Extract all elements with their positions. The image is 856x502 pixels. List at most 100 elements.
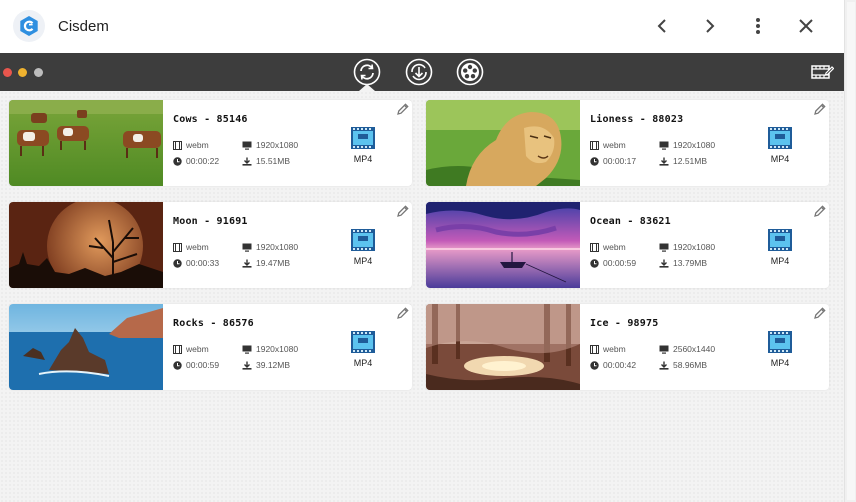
pencil-icon[interactable] bbox=[396, 102, 410, 116]
video-title: Ocean - 83621 bbox=[590, 216, 671, 227]
clock-icon bbox=[173, 360, 182, 370]
resolution-value: 2560x1440 bbox=[673, 344, 716, 354]
output-format-label[interactable]: MP4 bbox=[767, 154, 793, 164]
size-value: 12.51MB bbox=[673, 156, 708, 166]
monitor-icon bbox=[242, 243, 252, 252]
mp4-format-icon[interactable] bbox=[767, 227, 793, 253]
window-zoom-dot[interactable] bbox=[34, 68, 43, 77]
resolution-info: 1920x1080 bbox=[242, 344, 298, 354]
app-toolbar bbox=[0, 53, 844, 91]
monitor-icon bbox=[659, 243, 669, 252]
video-card[interactable]: Ice - 98975 webm 2560x1440 00:00:42 58.9… bbox=[426, 304, 829, 390]
output-format-label[interactable]: MP4 bbox=[350, 358, 376, 368]
title-bar: Cisdem bbox=[0, 0, 844, 53]
format-value: webm bbox=[186, 242, 209, 252]
video-title: Cows - 85146 bbox=[173, 114, 248, 125]
duration-info: 00:00:59 bbox=[590, 258, 636, 268]
more-vertical-icon bbox=[756, 18, 760, 34]
download-size-icon bbox=[659, 259, 669, 268]
resolution-value: 1920x1080 bbox=[673, 140, 716, 150]
menu-button[interactable] bbox=[746, 14, 770, 38]
size-value: 58.96MB bbox=[673, 360, 708, 370]
video-thumbnail[interactable] bbox=[426, 304, 580, 390]
cisdem-logo-icon bbox=[13, 10, 45, 42]
download-size-icon bbox=[242, 361, 252, 370]
forward-button[interactable] bbox=[698, 14, 722, 38]
size-value: 15.51MB bbox=[256, 156, 291, 166]
video-card[interactable]: Ocean - 83621 webm 1920x1080 00:00:59 13… bbox=[426, 202, 829, 288]
video-title: Moon - 91691 bbox=[173, 216, 248, 227]
resolution-value: 1920x1080 bbox=[256, 242, 299, 252]
resolution-info: 1920x1080 bbox=[659, 140, 715, 150]
video-list: Cows - 85146 webm 1920x1080 00:00:22 15.… bbox=[0, 91, 844, 502]
size-value: 19.47MB bbox=[256, 258, 291, 268]
size-info: 39.12MB bbox=[242, 360, 290, 370]
clock-icon bbox=[173, 258, 182, 268]
format-value: webm bbox=[186, 140, 209, 150]
convert-mode-button[interactable] bbox=[353, 58, 381, 86]
duration-value: 00:00:59 bbox=[186, 360, 220, 370]
pencil-icon[interactable] bbox=[813, 204, 827, 218]
size-info: 15.51MB bbox=[242, 156, 290, 166]
active-mode-indicator bbox=[359, 84, 375, 91]
output-format-label[interactable]: MP4 bbox=[767, 256, 793, 266]
film-icon bbox=[173, 140, 182, 150]
duration-value: 00:00:33 bbox=[186, 258, 220, 268]
resolution-info: 1920x1080 bbox=[242, 242, 298, 252]
close-button[interactable] bbox=[794, 14, 818, 38]
mp4-format-icon[interactable] bbox=[767, 125, 793, 151]
video-thumbnail[interactable] bbox=[426, 100, 580, 186]
video-card[interactable]: Moon - 91691 webm 1920x1080 00:00:33 19.… bbox=[9, 202, 412, 288]
video-card[interactable]: Lioness - 88023 webm 1920x1080 00:00:17 … bbox=[426, 100, 829, 186]
format-info: webm bbox=[590, 344, 626, 354]
mp4-format-icon[interactable] bbox=[350, 125, 376, 151]
mp4-format-icon[interactable] bbox=[767, 329, 793, 355]
film-edit-button[interactable] bbox=[808, 58, 836, 86]
back-button[interactable] bbox=[650, 14, 674, 38]
pencil-icon[interactable] bbox=[396, 306, 410, 320]
download-size-icon bbox=[242, 157, 252, 166]
monitor-icon bbox=[242, 345, 252, 354]
download-mode-button[interactable] bbox=[405, 58, 433, 86]
film-icon bbox=[590, 344, 599, 354]
output-format-label[interactable]: MP4 bbox=[767, 358, 793, 368]
pencil-icon[interactable] bbox=[813, 102, 827, 116]
download-icon bbox=[405, 58, 433, 86]
video-card[interactable]: Rocks - 86576 webm 1920x1080 00:00:59 39… bbox=[9, 304, 412, 390]
size-info: 19.47MB bbox=[242, 258, 290, 268]
video-thumbnail[interactable] bbox=[426, 202, 580, 288]
video-thumbnail[interactable] bbox=[9, 100, 163, 186]
video-thumbnail[interactable] bbox=[9, 202, 163, 288]
resolution-value: 1920x1080 bbox=[256, 140, 299, 150]
pencil-icon[interactable] bbox=[396, 204, 410, 218]
video-card[interactable]: Cows - 85146 webm 1920x1080 00:00:22 15.… bbox=[9, 100, 412, 186]
size-info: 12.51MB bbox=[659, 156, 707, 166]
size-info: 13.79MB bbox=[659, 258, 707, 268]
monitor-icon bbox=[659, 345, 669, 354]
size-value: 39.12MB bbox=[256, 360, 291, 370]
monitor-icon bbox=[659, 141, 669, 150]
duration-info: 00:00:22 bbox=[173, 156, 219, 166]
format-info: webm bbox=[173, 344, 209, 354]
mp4-format-icon[interactable] bbox=[350, 227, 376, 253]
vertical-scrollbar[interactable] bbox=[844, 0, 856, 502]
pencil-icon[interactable] bbox=[813, 306, 827, 320]
duration-info: 00:00:17 bbox=[590, 156, 636, 166]
output-format-label[interactable]: MP4 bbox=[350, 154, 376, 164]
window-close-dot[interactable] bbox=[3, 68, 12, 77]
mp4-format-icon[interactable] bbox=[350, 329, 376, 355]
duration-value: 00:00:42 bbox=[603, 360, 637, 370]
format-info: webm bbox=[173, 242, 209, 252]
resolution-info: 1920x1080 bbox=[242, 140, 298, 150]
scrollbar-thumb[interactable] bbox=[847, 2, 855, 500]
output-format-label[interactable]: MP4 bbox=[350, 256, 376, 266]
duration-value: 00:00:22 bbox=[186, 156, 220, 166]
window-minimize-dot[interactable] bbox=[18, 68, 27, 77]
dvd-icon bbox=[456, 58, 484, 86]
dvd-mode-button[interactable] bbox=[456, 58, 484, 86]
film-icon bbox=[173, 242, 182, 252]
clock-icon bbox=[590, 360, 599, 370]
video-thumbnail[interactable] bbox=[9, 304, 163, 390]
format-value: webm bbox=[603, 140, 626, 150]
format-value: webm bbox=[186, 344, 209, 354]
